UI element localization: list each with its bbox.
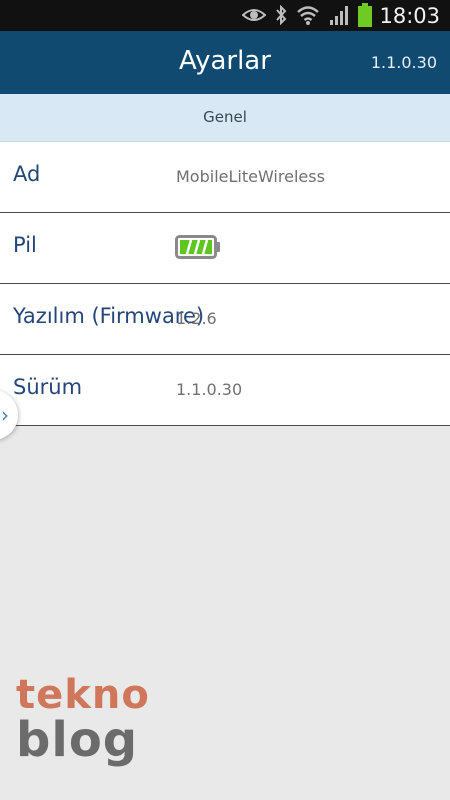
row-value: 1.1.0.30 (176, 380, 243, 399)
row-label: Ad (13, 162, 41, 186)
section-header-general: Genel (0, 94, 450, 142)
settings-row-battery[interactable]: Pil (0, 213, 450, 284)
watermark-logo: tekno blog (16, 672, 149, 787)
signal-icon (330, 6, 348, 25)
wifi-icon (297, 6, 319, 25)
status-icons (242, 3, 372, 27)
chevron-right-icon: › (1, 403, 9, 427)
battery-full-icon (175, 235, 220, 259)
settings-row-firmware[interactable]: Yazılım (Firmware) 1.2.6 (0, 284, 450, 355)
battery-icon (358, 3, 372, 27)
row-value: 1.2.6 (176, 309, 217, 328)
settings-row-version[interactable]: Sürüm 1.1.0.30 (0, 355, 450, 426)
app-bar: Ayarlar 1.1.0.30 (0, 31, 450, 94)
settings-list: Ad MobileLiteWireless Pil Yazılım (Firmw… (0, 142, 450, 426)
status-bar: 18:03 (0, 0, 450, 31)
eye-icon (242, 9, 266, 21)
watermark-line2: blog (16, 712, 139, 768)
status-time: 18:03 (379, 4, 440, 28)
row-value: MobileLiteWireless (176, 167, 325, 186)
bluetooth-icon (276, 5, 287, 25)
header-version: 1.1.0.30 (370, 53, 437, 72)
row-label: Sürüm (13, 375, 83, 399)
row-label: Pil (13, 233, 37, 257)
settings-row-name[interactable]: Ad MobileLiteWireless (0, 142, 450, 213)
